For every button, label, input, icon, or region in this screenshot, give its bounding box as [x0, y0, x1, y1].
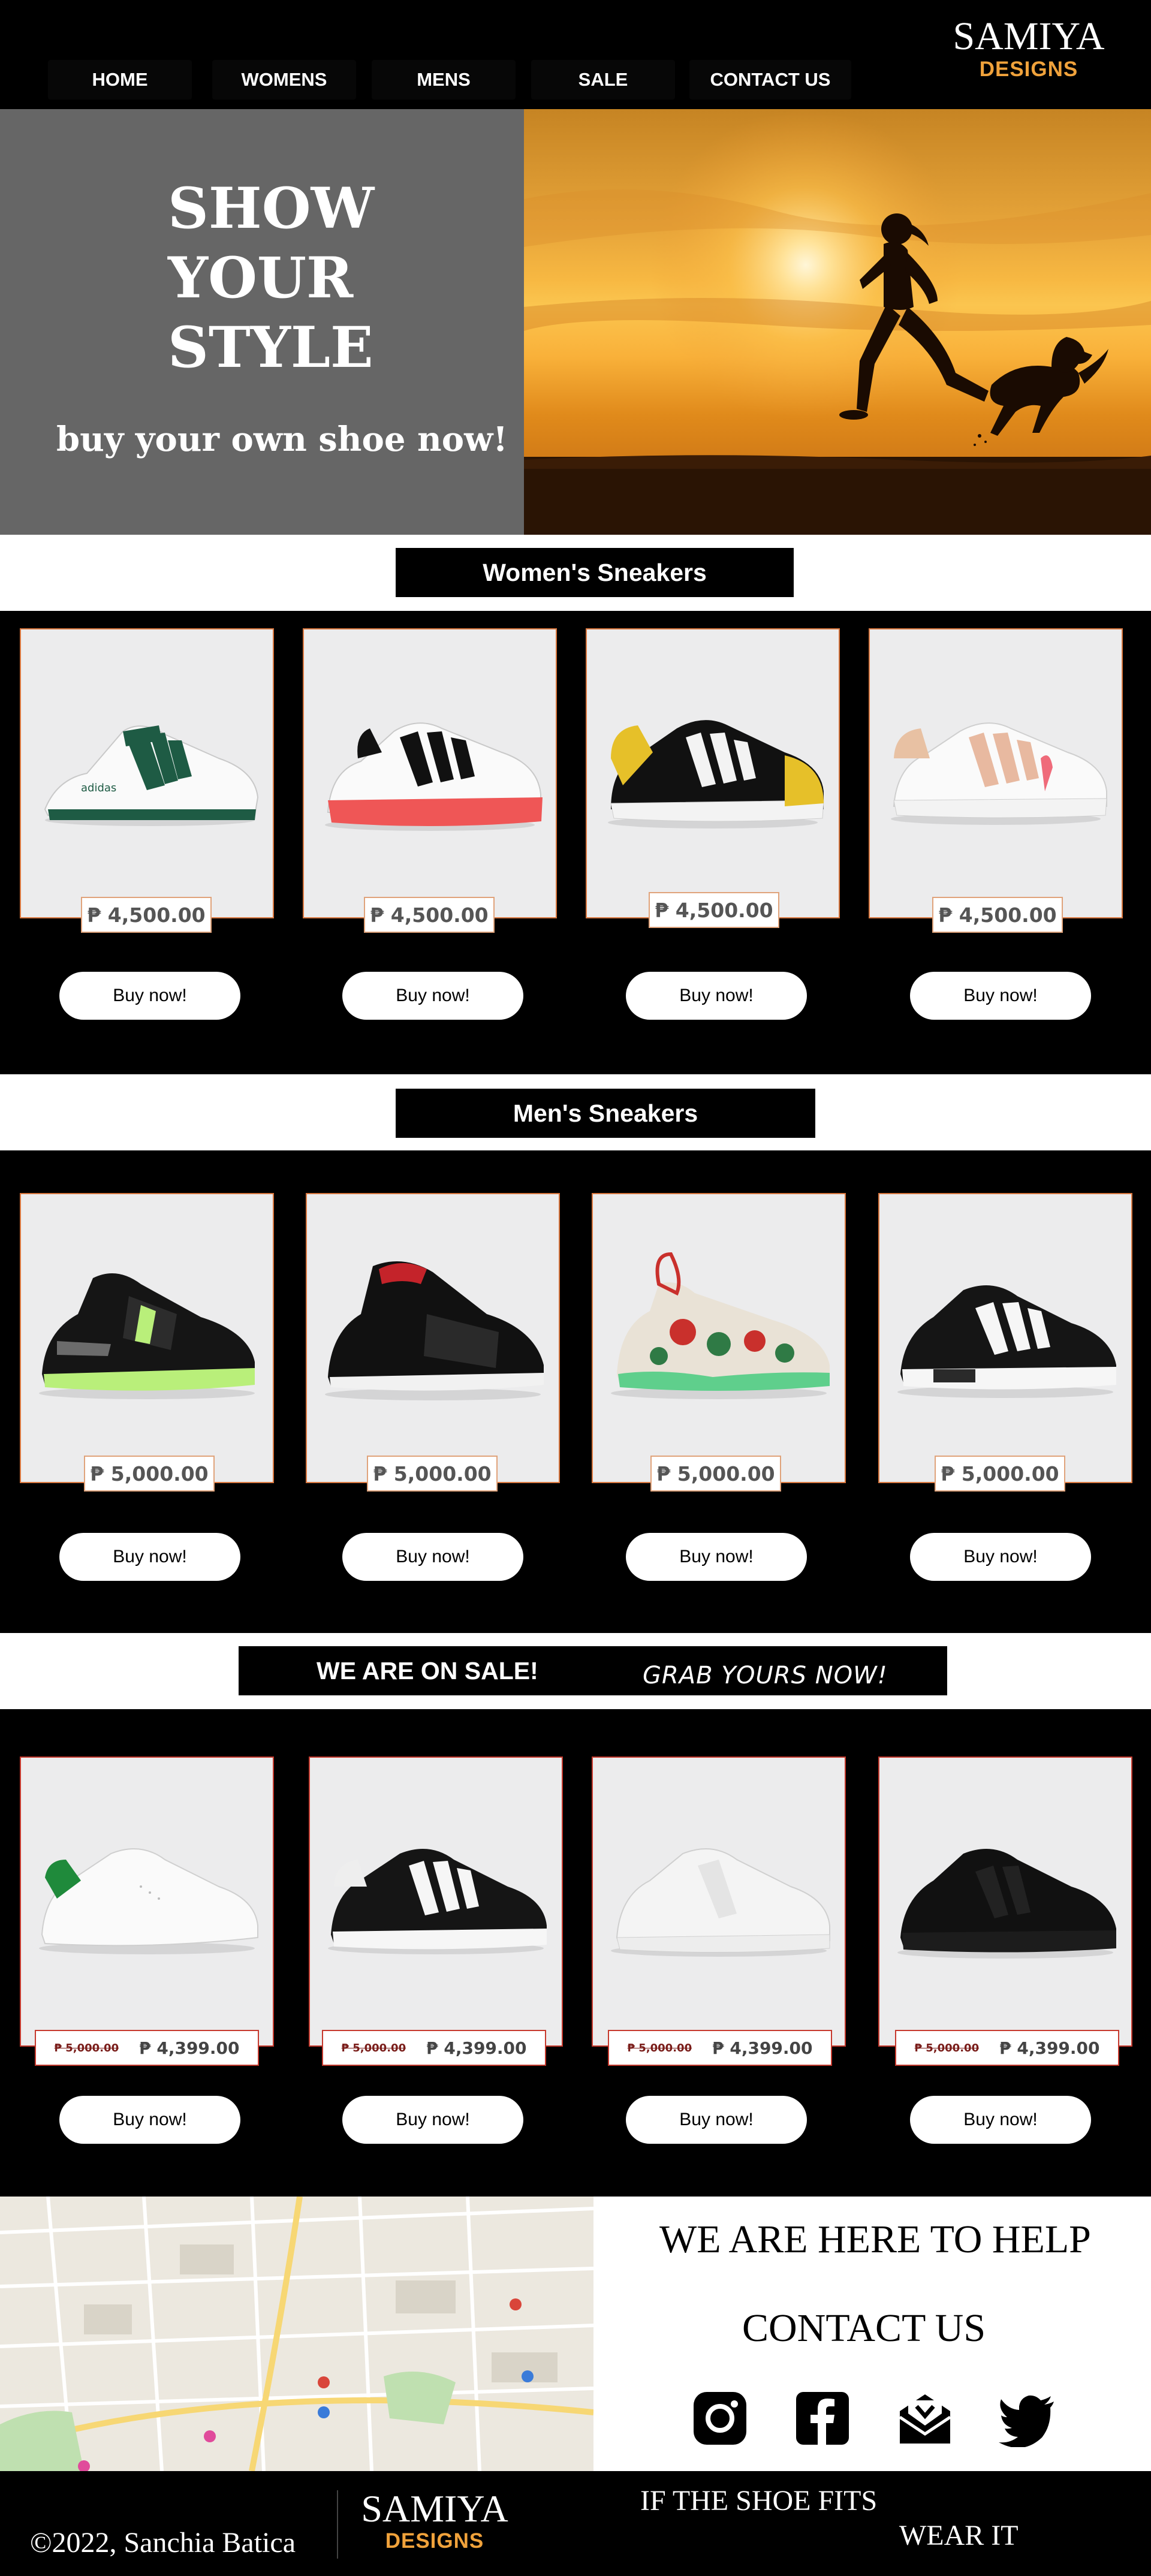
brand-sub: DESIGNS: [979, 58, 1078, 81]
site-footer: ©2022, Sanchia Batica SAMIYA DESIGNS IF …: [0, 2471, 1151, 2576]
nav-home[interactable]: HOME: [48, 60, 192, 100]
price-tag: ₱ 5,000.00: [935, 1456, 1065, 1492]
price-tag: ₱ 5,000.00 ₱ 4,399.00: [322, 2030, 546, 2066]
shoe-image: [897, 1285, 1116, 1398]
sunset-runner-illustration: [524, 109, 1151, 535]
header-logo[interactable]: SAMIYA DESIGNS: [951, 16, 1107, 82]
footer-divider: [337, 2490, 338, 2559]
help-title: WE ARE HERE TO HELP: [659, 2218, 1091, 2261]
site-header: HOME WOMENS MENS SALE CONTACT US SAMIYA …: [0, 0, 1151, 109]
tagline-line-2: WEAR IT: [899, 2520, 1019, 2551]
hero-headline-line: SHOW: [168, 176, 375, 242]
shoe-image: [325, 1261, 544, 1400]
product-card[interactable]: [586, 628, 840, 918]
product-card[interactable]: [878, 1756, 1132, 2047]
product-card[interactable]: [20, 1193, 274, 1483]
nav-womens[interactable]: WOMENS: [212, 60, 356, 100]
nav-sale[interactable]: SALE: [531, 60, 675, 100]
shoe-image: [611, 1848, 830, 1957]
hero-headline: SHOW YOUR STYLE: [168, 174, 374, 382]
brand-sub: DESIGNS: [385, 2529, 484, 2553]
shoe-image: [39, 1273, 255, 1399]
sale-price: ₱ 4,399.00: [999, 2038, 1100, 2058]
twitter-icon[interactable]: [999, 2390, 1056, 2447]
price-tag: ₱ 5,000.00 ₱ 4,399.00: [895, 2030, 1119, 2066]
shoe-image: [328, 1849, 547, 1954]
old-price: ₱ 5,000.00: [54, 2041, 119, 2054]
buy-now-button[interactable]: Buy now!: [342, 1533, 523, 1581]
shoe-image: [611, 1252, 830, 1399]
mail-icon[interactable]: [896, 2390, 954, 2447]
footer-logo[interactable]: SAMIYA DESIGNS: [354, 2489, 516, 2554]
copyright-text: ©2022, Sanchia Batica: [30, 2527, 296, 2559]
buy-now-button[interactable]: Buy now!: [910, 2096, 1091, 2144]
mens-section-title: Men's Sneakers: [396, 1089, 815, 1138]
sale-price: ₱ 4,399.00: [139, 2038, 240, 2058]
buy-now-button[interactable]: Buy now!: [342, 2096, 523, 2144]
product-card[interactable]: adidas: [20, 628, 274, 918]
product-card[interactable]: [869, 628, 1123, 918]
product-card[interactable]: [592, 1756, 846, 2047]
facebook-icon[interactable]: [794, 2390, 851, 2447]
buy-now-button[interactable]: Buy now!: [59, 972, 240, 1020]
buy-now-button[interactable]: Buy now!: [59, 1533, 240, 1581]
old-price: ₱ 5,000.00: [341, 2041, 406, 2054]
instagram-icon[interactable]: [691, 2390, 749, 2447]
shoe-image: [897, 1849, 1116, 1959]
hero-subheadline: buy your own shoe now!: [56, 420, 508, 459]
product-card[interactable]: [303, 628, 557, 918]
hero-image: [524, 109, 1151, 535]
old-price: ₱ 5,000.00: [627, 2041, 692, 2054]
price-tag: ₱ 4,500.00: [81, 897, 212, 933]
shoe-image: [325, 722, 543, 831]
brand-name: SAMIYA: [953, 14, 1105, 58]
sale-banner: WE ARE ON SALE! GRAB YOURS NOW!: [239, 1646, 947, 1695]
nav-mens[interactable]: MENS: [372, 60, 516, 100]
shoe-image: adidas: [44, 725, 259, 826]
price-tag: ₱ 5,000.00: [367, 1456, 498, 1492]
price-tag: ₱ 4,500.00: [364, 897, 495, 933]
product-card[interactable]: [306, 1193, 560, 1483]
price-tag: ₱ 5,000.00 ₱ 4,399.00: [35, 2030, 259, 2066]
brand-name: SAMIYA: [361, 2487, 508, 2530]
product-card[interactable]: [20, 1756, 274, 2047]
buy-now-button[interactable]: Buy now!: [626, 972, 807, 1020]
old-price: ₱ 5,000.00: [914, 2041, 980, 2054]
sale-price: ₱ 4,399.00: [712, 2038, 813, 2058]
location-map[interactable]: [0, 2197, 593, 2471]
price-tag: ₱ 5,000.00 ₱ 4,399.00: [608, 2030, 832, 2066]
buy-now-button[interactable]: Buy now!: [626, 2096, 807, 2144]
buy-now-button[interactable]: Buy now!: [59, 2096, 240, 2144]
svg-text:adidas: adidas: [81, 782, 116, 794]
contact-title: CONTACT US: [742, 2306, 986, 2350]
price-tag: ₱ 4,500.00: [932, 897, 1063, 933]
sale-subtitle: GRAB YOURS NOW!: [643, 1662, 888, 1689]
buy-now-button[interactable]: Buy now!: [626, 1533, 807, 1581]
buy-now-button[interactable]: Buy now!: [910, 1533, 1091, 1581]
map-graphic: [0, 2197, 593, 2471]
womens-section-title: Women's Sneakers: [396, 548, 794, 597]
sale-price: ₱ 4,399.00: [426, 2038, 527, 2058]
hero-headline-line: STYLE: [168, 315, 373, 381]
shoe-image: [39, 1848, 258, 1954]
price-tag: ₱ 5,000.00: [84, 1456, 215, 1492]
shoe-image: [608, 720, 824, 828]
price-tag: ₱ 4,500.00: [649, 892, 779, 928]
hero-headline-line: YOUR: [168, 245, 354, 311]
nav-contact-us[interactable]: CONTACT US: [689, 60, 851, 100]
buy-now-button[interactable]: Buy now!: [910, 972, 1091, 1020]
contact-panel: WE ARE HERE TO HELP CONTACT US: [593, 2197, 1151, 2471]
product-card[interactable]: [309, 1756, 563, 2047]
sale-title: WE ARE ON SALE!: [317, 1657, 538, 1685]
product-card[interactable]: [878, 1193, 1132, 1483]
price-tag: ₱ 5,000.00: [650, 1456, 781, 1492]
shoe-image: [891, 722, 1107, 825]
tagline-line-1: IF THE SHOE FITS: [640, 2485, 878, 2517]
product-card[interactable]: [592, 1193, 846, 1483]
buy-now-button[interactable]: Buy now!: [342, 972, 523, 1020]
